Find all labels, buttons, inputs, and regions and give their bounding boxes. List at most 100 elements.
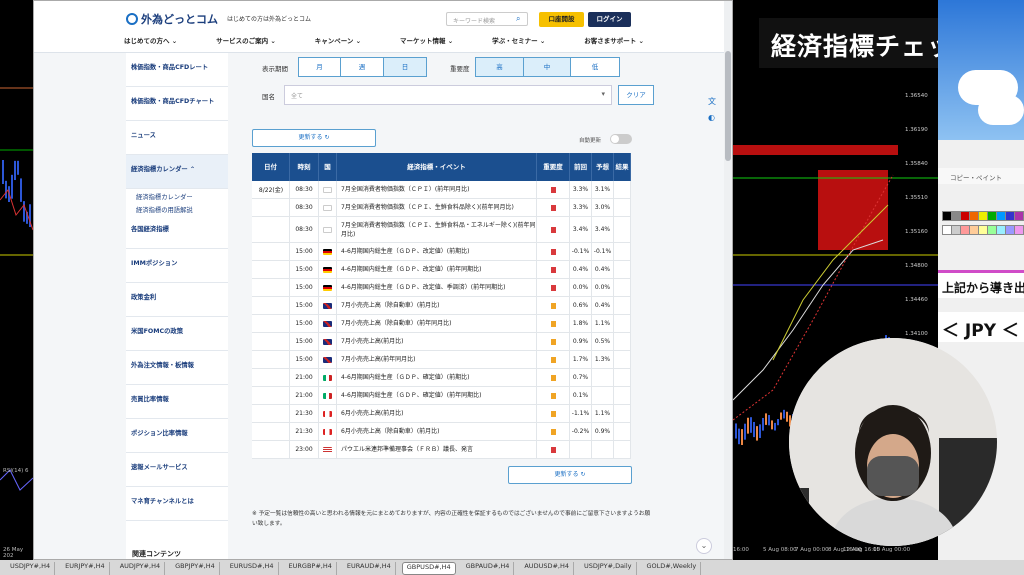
chart-tab[interactable]: AUDUSD#,H4 [520, 562, 574, 575]
canvas-text-2: ＜ JPY ＜ [938, 312, 1024, 342]
flag-ca-icon [323, 428, 332, 435]
table-row[interactable]: 08:30 7月全国消費者物価指数（ＣＰＩ）(前年同月比) 3.3% 3.1% [252, 181, 631, 199]
sidebar-item[interactable]: 株価指数・商品CFDチャート [126, 87, 228, 121]
sidebar-item[interactable]: 速報メールサービス [126, 453, 228, 487]
chart-tab[interactable]: EURJPY#,H4 [61, 562, 110, 575]
table-row[interactable]: 15:00 4-6月期国内総生産（ＧＤＰ、改定値、季調済）(前年同期比) 0.0% 0… [252, 279, 631, 297]
refresh-button-bottom[interactable]: 更新する ↻ [508, 466, 632, 484]
forecast-cell: 1.1% [592, 315, 614, 332]
table-row[interactable]: 23:00 パウエル米連邦準備理事会（ＦＲＢ）議長、発言 [252, 441, 631, 459]
nav-item-market[interactable]: マーケット情報 ⌄ [400, 35, 453, 49]
price-axis-label: 1.36540 [905, 93, 928, 99]
scrollbar[interactable] [724, 1, 732, 559]
importance-mid-icon [550, 302, 556, 309]
table-row[interactable]: 15:00 4-6月期国内総生産（ＧＤＰ、改定値）(前期比) -0.1% -0.1% [252, 243, 631, 261]
sidebar-item[interactable]: ポジション比率情報 [126, 419, 228, 453]
sidebar-item-label: 株価指数・商品CFDチャート [131, 98, 215, 105]
sidebar-item[interactable]: 米国FOMCの政策 [126, 317, 228, 351]
sidebar-item[interactable]: 経済指標の用語解説 [126, 202, 228, 215]
column-header: 結果 [614, 153, 631, 181]
chart-tab[interactable]: AUDJPY#,H4 [116, 562, 166, 575]
table-row[interactable]: 15:00 7月小売売上高(前月比) 0.9% 0.5% [252, 333, 631, 351]
site-header: 外為どっとコム はじめての方は外為どっとコム キーワード検索 ⌕ 口座開設 ログ… [34, 1, 732, 53]
event-cell: 6月小売売上高(前月比) [337, 405, 537, 422]
sidebar-item[interactable]: 経済指標カレンダー [126, 189, 228, 202]
nav-item-learn[interactable]: 学ぶ・セミナー ⌄ [492, 35, 545, 49]
paint-menu[interactable]: コピー・ペイント [938, 168, 1024, 184]
importance-cell [537, 315, 570, 332]
flag-mx-icon [323, 392, 332, 399]
sidebar-item[interactable]: 政策金利 [126, 283, 228, 317]
table-row[interactable]: 08:30 7月全国消費者物価指数（ＣＰＩ、生鮮食料品除く)(前年同月比) 3.3%… [252, 199, 631, 217]
time-cell: 08:30 [290, 199, 319, 216]
chart-tab[interactable]: USDJPY#,H4 [6, 562, 56, 575]
clear-button[interactable]: クリア [618, 85, 654, 105]
table-row[interactable]: 15:00 4-6月期国内総生産（ＧＤＰ、改定値）(前年同期比) 0.4% 0.4% [252, 261, 631, 279]
color-swatch[interactable] [1014, 225, 1024, 235]
period-week-button[interactable]: 週 [340, 57, 384, 77]
search-icon[interactable]: ⌕ [516, 14, 520, 24]
candle [765, 413, 767, 425]
sidebar-item[interactable]: 株価指数・商品CFDレート [126, 53, 228, 87]
country-select[interactable]: 全て ▾ [284, 85, 612, 105]
auto-update-label: 自動更新 [579, 138, 602, 144]
time-cell: 15:00 [290, 333, 319, 350]
chart-tab[interactable]: GBPUSD#,H4 [401, 562, 456, 575]
chart-tab[interactable]: GOLD#,Weekly [643, 562, 702, 575]
nav-item-support[interactable]: お客さまサポート ⌄ [584, 35, 644, 49]
country-cell [319, 369, 337, 386]
time-cell: 21:00 [290, 369, 319, 386]
chart-tab[interactable]: USDJPY#,Daily [580, 562, 637, 575]
time-axis-label: 15 Aug 00:00 [873, 547, 911, 553]
edge-icon[interactable]: ◐ [708, 113, 716, 122]
time-cell: 23:00 [290, 441, 319, 458]
table-row[interactable]: 21:00 4-6月期国内総生産（ＧＤＰ、確定値）(前年同期比) 0.1% [252, 387, 631, 405]
period-month-button[interactable]: 月 [298, 57, 341, 77]
column-header: 重要度 [537, 153, 570, 181]
importance-high-button[interactable]: 高 [475, 57, 524, 77]
open-account-button[interactable]: 口座開設 [539, 12, 584, 27]
scroll-down-button[interactable]: ⌄ [696, 538, 712, 554]
country-cell [319, 441, 337, 458]
chart-tab[interactable]: GBPJPY#,H4 [171, 562, 220, 575]
left-chart-panel: RSI(14) 6 26 May 202 [0, 0, 33, 560]
table-row[interactable]: 21:30 6月小売売上高（除自動車）(前月比) -0.2% 0.9% [252, 423, 631, 441]
table-row[interactable]: 15:00 7月小売売上高(前年同月比) 1.7% 1.3% [252, 351, 631, 369]
color-swatch[interactable] [1014, 211, 1024, 221]
sidebar-item[interactable]: マネ育チャンネルとは [126, 487, 228, 521]
chart-tab[interactable]: GBPAUD#,H4 [462, 562, 515, 575]
sidebar-item[interactable]: 経済指標カレンダー ⌃ [126, 155, 228, 189]
login-button[interactable]: ログイン [588, 12, 631, 27]
sidebar-item[interactable]: 外為注文情報・板情報 [126, 351, 228, 385]
sidebar-item[interactable]: 売買比率情報 [126, 385, 228, 419]
sidebar-item-label: 米国FOMCの政策 [131, 328, 184, 335]
candle [780, 412, 782, 420]
sidebar-item[interactable]: 各国経済指標 [126, 215, 228, 249]
importance-low-button[interactable]: 低 [570, 57, 620, 77]
auto-update-toggle[interactable] [610, 134, 632, 144]
event-cell: パウエル米連邦準備理事会（ＦＲＢ）議長、発言 [337, 441, 537, 458]
nav-item-beginners[interactable]: はじめての方へ ⌄ [124, 35, 177, 49]
sidebar-item[interactable]: ニュース [126, 121, 228, 155]
table-row[interactable]: 15:00 7月小売売上高（除自動車）(前月比) 0.6% 0.4% [252, 297, 631, 315]
nav-item-campaigns[interactable]: キャンペーン ⌄ [315, 35, 361, 49]
nav-item-services[interactable]: サービスのご案内 ⌄ [216, 35, 276, 49]
country-cell [319, 387, 337, 404]
previous-cell: 0.6% [570, 297, 592, 314]
table-row[interactable]: 08:30 7月全国消費者物価指数（ＣＰＩ、生鮮食料品・エネルギー除く)(前年同月… [252, 217, 631, 243]
sidebar-item[interactable]: IMMポジション [126, 249, 228, 283]
table-row[interactable]: 21:30 6月小売売上高(前月比) -1.1% 1.1% [252, 405, 631, 423]
translate-icon[interactable]: 文 [708, 96, 716, 107]
table-row[interactable]: 15:00 7月小売売上高（除自動車）(前年同月比) 1.8% 1.1% [252, 315, 631, 333]
scrollbar-thumb[interactable] [725, 51, 731, 161]
site-logo[interactable]: 外為どっとコム [126, 11, 218, 27]
importance-cell [537, 369, 570, 386]
table-row[interactable]: 21:00 4-6月期国内総生産（ＧＤＰ、確定値）(前期比) 0.7% [252, 369, 631, 387]
chart-tab[interactable]: EURAUD#,H4 [343, 562, 396, 575]
period-day-button[interactable]: 日 [383, 57, 427, 77]
refresh-button-top[interactable]: 更新する ↻ [252, 129, 376, 147]
chart-tab[interactable]: EURGBP#,H4 [285, 562, 337, 575]
flag-jp-icon [323, 186, 332, 193]
chart-tab[interactable]: EURUSD#,H4 [226, 562, 279, 575]
importance-mid-button[interactable]: 中 [523, 57, 571, 77]
